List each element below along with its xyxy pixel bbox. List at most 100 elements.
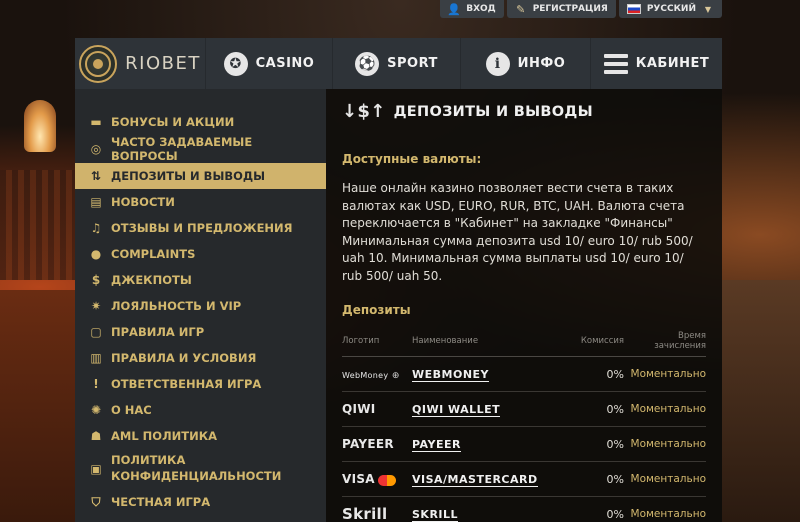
sidebar-item-complaints[interactable]: ● COMPLAINTS <box>75 241 326 267</box>
deposit-arrows-icon: ↓$↑ <box>342 101 386 122</box>
sidebar-item-deposits[interactable]: ⇅ ДЕПОЗИТЫ И ВЫВОДЫ <box>75 163 326 189</box>
table-row[interactable]: PAYEER PAYEER 0% Моментально <box>342 426 706 462</box>
user-icon: 👤 <box>447 2 462 16</box>
nav-cabinet[interactable]: КАБИНЕТ <box>591 38 722 89</box>
deposit-arrows-icon: ⇅ <box>90 169 102 183</box>
sidebar-item-about[interactable]: ✺ О НАС <box>75 397 326 423</box>
payment-name-link[interactable]: QIWI WALLET <box>412 402 501 417</box>
sidebar-item-loyalty[interactable]: ✷ ЛОЯЛЬНОСТЬ И VIP <box>75 293 326 319</box>
deposits-table: Логотип Наименование Комиссия Время зачи… <box>342 327 706 522</box>
casino-chip-icon: ✪ <box>223 51 248 76</box>
chevron-down-icon: ▼ <box>704 4 712 14</box>
deposits-heading: Депозиты <box>342 303 411 317</box>
nav-cabinet-label: КАБИНЕТ <box>635 56 710 71</box>
top-bar: 👤 ВХОД ✎ РЕГИСТРАЦИЯ РУССКИЙ ▼ <box>440 0 722 18</box>
background-chair <box>722 280 800 522</box>
payment-name-link[interactable]: PAYEER <box>412 437 461 452</box>
background-lamp <box>24 100 56 152</box>
language-select[interactable]: РУССКИЙ ▼ <box>618 0 722 18</box>
background-bar-counter <box>0 290 75 522</box>
sidebar-item-label: ПОЛИТИКА КОНФИДЕНЦИАЛЬНОСТИ <box>111 453 282 483</box>
payment-name-link[interactable]: SKRILL <box>412 507 459 522</box>
login-label: ВХОД <box>466 4 496 14</box>
bell-icon: ♫ <box>90 221 102 235</box>
fee-cell: 0% <box>554 461 624 497</box>
shield-icon: ⛉ <box>91 494 101 509</box>
time-cell: Моментально <box>624 356 706 392</box>
fee-cell: 0% <box>554 356 624 392</box>
mastercard-icon <box>378 474 397 486</box>
lifebuoy-icon: ◎ <box>90 142 102 156</box>
sidebar-item-label: AML ПОЛИТИКА <box>111 429 218 443</box>
sidebar-item-game-rules[interactable]: ▢ ПРАВИЛА ИГР <box>75 319 326 345</box>
sidebar-item-fair-play[interactable]: ⛉ ЧЕСТНАЯ ИГРА <box>75 489 326 515</box>
money-bag-icon: $ <box>91 273 101 287</box>
table-row[interactable]: VISA VISA/MASTERCARD 0% Моментально <box>342 461 706 497</box>
time-cell: Моментально <box>624 426 706 462</box>
sidebar-item-terms[interactable]: ▥ ПРАВИЛА И УСЛОВИЯ <box>75 345 326 371</box>
sidebar-item-label: О НАС <box>111 403 152 417</box>
table-row[interactable]: QIWI QIWI WALLET 0% Моментально <box>342 391 706 427</box>
spy-icon: ☗ <box>90 429 102 443</box>
register-button[interactable]: ✎ РЕГИСТРАЦИЯ <box>506 0 616 18</box>
sidebar-item-faq[interactable]: ◎ ЧАСТО ЗАДАВАЕМЫЕ ВОПРОСЫ <box>75 135 326 163</box>
qiwi-logo: QIWI <box>342 402 376 416</box>
webmoney-logo: WebMoney <box>342 370 389 380</box>
sidebar-item-label: ЧАСТО ЗАДАВАЕМЫЕ ВОПРОСЫ <box>111 135 253 163</box>
sidebar-item-label: ОТЗЫВЫ И ПРЕДЛОЖЕНИЯ <box>111 221 293 235</box>
logo-text: RIOBET <box>125 53 201 74</box>
main-content: ↓$↑ ДЕПОЗИТЫ И ВЫВОДЫ Доступные валюты: … <box>326 89 722 522</box>
book-icon: ▢ <box>90 325 102 339</box>
col-logo: Логотип <box>342 327 412 357</box>
sidebar-item-jackpots[interactable]: $ ДЖЕКПОТЫ <box>75 267 326 293</box>
currencies-text: Наше онлайн казино позволяет вести счета… <box>342 180 706 285</box>
sidebar-item-feedback[interactable]: ♫ ОТЗЫВЫ И ПРЕДЛОЖЕНИЯ <box>75 215 326 241</box>
time-cell: Моментально <box>624 391 706 427</box>
menu-icon <box>603 53 628 74</box>
main-header: RIOBET ✪ CASINO ⚽ SPORT i ИНФО КАБИНЕТ <box>75 38 722 89</box>
logo[interactable]: RIOBET <box>75 38 206 89</box>
chat-bubble-icon: ● <box>90 247 102 261</box>
sidebar-item-label: ОТВЕТСТВЕННАЯ ИГРА <box>111 377 262 391</box>
currencies-heading: Доступные валюты: <box>342 152 482 166</box>
register-label: РЕГИСТРАЦИЯ <box>532 4 608 14</box>
background-shelf <box>0 170 75 280</box>
payment-name-link[interactable]: VISA/MASTERCARD <box>412 472 538 487</box>
language-label: РУССКИЙ <box>646 4 696 14</box>
visa-mastercard-logo: VISA <box>342 472 375 486</box>
time-cell: Моментально <box>624 496 706 522</box>
table-row[interactable]: Skrill SKRILL 0% Моментально <box>342 496 706 522</box>
page-title: ДЕПОЗИТЫ И ВЫВОДЫ <box>393 103 593 120</box>
sidebar-item-responsible[interactable]: ! ОТВЕТСТВЕННАЯ ИГРА <box>75 371 326 397</box>
login-button[interactable]: 👤 ВХОД <box>440 0 504 18</box>
nav-info[interactable]: i ИНФО <box>461 38 591 89</box>
currencies-paragraph-1: Наше онлайн казино позволяет вести счета… <box>342 181 685 230</box>
sidebar-item-bonuses[interactable]: ▬ БОНУСЫ И АКЦИИ <box>75 109 326 135</box>
sidebar-item-label: БОНУСЫ И АКЦИИ <box>111 115 235 129</box>
sidebar: ▬ БОНУСЫ И АКЦИИ ◎ ЧАСТО ЗАДАВАЕМЫЕ ВОПР… <box>75 89 326 522</box>
table-header-row: Логотип Наименование Комиссия Время зачи… <box>342 327 706 357</box>
col-fee: Комиссия <box>554 327 624 357</box>
nav-info-label: ИНФО <box>517 56 566 71</box>
fee-cell: 0% <box>554 496 624 522</box>
sidebar-item-privacy[interactable]: ▣ ПОЛИТИКА КОНФИДЕНЦИАЛЬНОСТИ <box>75 449 326 489</box>
table-row[interactable]: WebMoney ⊕ WEBMONEY 0% Моментально <box>342 356 706 392</box>
nav-sport[interactable]: ⚽ SPORT <box>333 38 461 89</box>
sidebar-item-label: НОВОСТИ <box>111 195 175 209</box>
nav-casino[interactable]: ✪ CASINO <box>206 38 333 89</box>
exclamation-icon: ! <box>93 377 99 391</box>
sidebar-item-label: ПРАВИЛА И УСЛОВИЯ <box>111 351 257 365</box>
sidebar-item-label: ДЖЕКПОТЫ <box>111 273 192 287</box>
sidebar-item-aml[interactable]: ☗ AML ПОЛИТИКА <box>75 423 326 449</box>
badge-icon: ✺ <box>90 403 102 417</box>
fee-cell: 0% <box>554 391 624 427</box>
payment-name-link[interactable]: WEBMONEY <box>412 367 490 382</box>
info-icon: i <box>485 51 510 76</box>
col-name: Наименование <box>412 327 554 357</box>
medal-icon: ✷ <box>90 299 102 313</box>
sidebar-item-label: COMPLAINTS <box>111 247 196 261</box>
sidebar-item-label: ПРАВИЛА ИГР <box>111 325 205 339</box>
sidebar-item-news[interactable]: ▤ НОВОСТИ <box>75 189 326 215</box>
edit-icon: ✎ <box>516 2 526 16</box>
skrill-logo: Skrill <box>342 505 388 522</box>
